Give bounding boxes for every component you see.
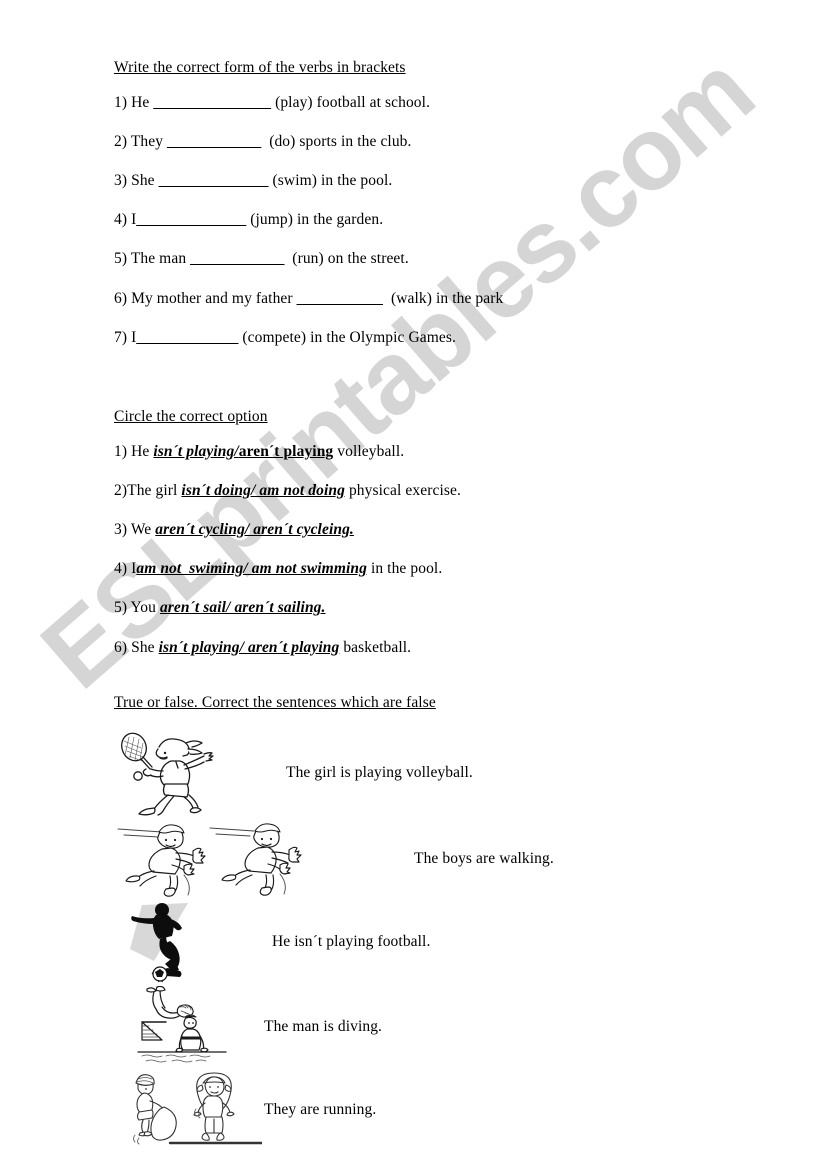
item-number: 2) — [114, 133, 131, 151]
item-number: 1) — [114, 93, 132, 111]
answer-blank[interactable]: ______________ — [136, 211, 246, 228]
answer-blank[interactable]: _______________ — [153, 94, 271, 111]
diver-on-diving-board-at-pool-icon — [137, 986, 227, 1063]
item-pre: You — [130, 599, 160, 617]
true-false-picture-list: The girl is playing volleyball. The boys… — [114, 728, 754, 1150]
picture-cell — [114, 819, 334, 899]
section-1-heading: Write the correct form of the verbs in b… — [114, 59, 406, 76]
true-false-row-2: The boys are walking. — [114, 818, 754, 900]
section-3-heading: True or false. Correct the sentences whi… — [114, 693, 436, 711]
item-subject: He — [131, 93, 154, 111]
item-subject: She — [131, 172, 159, 190]
item-tail: (walk) in the park — [383, 289, 504, 307]
picture-cell — [114, 901, 264, 983]
true-false-row-1: The girl is playing volleyball. — [114, 728, 754, 818]
item-number: 4) — [114, 211, 132, 229]
item-number: 2) — [114, 481, 128, 499]
girl-playing-tennis-icon — [121, 732, 214, 816]
item-tail: (compete) in the Olympic Games. — [238, 328, 456, 346]
exercise-1-item-7: 7) I_____________ (compete) in the Olymp… — [114, 328, 754, 348]
true-false-sentence-3: He isn´t playing football. — [272, 933, 431, 951]
item-subject: The man — [130, 250, 191, 268]
exercise-2-item-3: 3) We aren´t cycling/ aren´t cycleing. — [114, 520, 754, 540]
exercise-2-item-2: 2)The girl isn´t doing/ am not doing phy… — [114, 481, 754, 501]
item-post: volleyball. — [333, 442, 405, 460]
option-choice-b[interactable]: aren´t playing — [239, 443, 334, 460]
item-pre: She — [131, 638, 159, 656]
exercise-1-item-6: 6) My mother and my father ___________ (… — [114, 289, 754, 309]
answer-blank[interactable]: ______________ — [159, 172, 269, 189]
item-subject: My mother and my father — [131, 289, 297, 307]
item-tail: (do) sports in the club. — [261, 133, 412, 151]
item-tail: (play) football at school. — [271, 93, 431, 111]
exercise-2-item-4: 4) Iam not swiming/ am not swimming in t… — [114, 559, 754, 579]
option-choice-a[interactable]: aren´t cycling/ aren´t cycleing. — [155, 521, 354, 538]
item-pre: The girl — [127, 481, 182, 499]
section-2-heading: Circle the correct option — [114, 407, 268, 425]
true-false-row-3: He isn´t playing football. — [114, 900, 754, 985]
option-choice-a[interactable]: isn´t doing/ am not doing — [181, 482, 345, 499]
true-false-row-4: The man is diving. — [114, 985, 754, 1070]
true-false-sentence-4: The man is diving. — [264, 1018, 383, 1036]
exercise-1-item-2: 2) They ____________ (do) sports in the … — [114, 132, 754, 152]
item-tail: (run) on the street. — [284, 250, 409, 268]
item-tail: (swim) in the pool. — [268, 172, 393, 190]
true-false-sentence-5: They are running. — [264, 1100, 377, 1118]
answer-blank[interactable]: _____________ — [136, 329, 238, 346]
true-false-sentence-2: The boys are walking. — [414, 849, 554, 867]
exercise-1-item-5: 5) The man ____________ (run) on the str… — [114, 249, 754, 269]
item-pre: We — [130, 521, 156, 539]
exercise-2-item-6: 6) She isn´t playing/ aren´t playing bas… — [114, 638, 754, 658]
item-number: 6) — [114, 289, 132, 307]
item-number: 1) — [114, 442, 132, 460]
picture-cell — [114, 1071, 264, 1149]
worksheet-content: Write the correct form of the verbs in b… — [114, 58, 754, 1150]
true-false-row-5: They are running. — [114, 1070, 754, 1150]
answer-blank[interactable]: ____________ — [167, 133, 261, 150]
answer-blank[interactable]: ___________ — [297, 290, 383, 307]
picture-cell — [114, 729, 264, 817]
footballer-silhouette-kicking-ball-icon — [130, 903, 188, 983]
item-number: 6) — [114, 638, 132, 656]
item-tail: (jump) in the garden. — [246, 211, 384, 229]
item-number: 3) — [114, 172, 132, 190]
two-children-skipping-rope-icon — [133, 1072, 262, 1145]
item-number: 4) — [114, 560, 132, 578]
item-pre: He — [131, 442, 154, 460]
exercise-2-item-5: 5) You aren´t sail/ aren´t sailing. — [114, 598, 754, 618]
option-choice-a[interactable]: aren´t sail/ aren´t sailing. — [160, 599, 326, 616]
item-number: 5) — [114, 250, 131, 268]
exercise-1-item-4: 4) I______________ (jump) in the garden. — [114, 210, 754, 230]
exercise-2-item-1: 1) He isn´t playing/aren´t playing volle… — [114, 442, 754, 462]
two-boys-running-icon — [117, 822, 302, 897]
option-choice-a[interactable]: isn´t playing/ — [153, 443, 238, 460]
picture-cell — [114, 986, 264, 1068]
option-choice-a[interactable]: am not swiming/ am not swimming — [136, 560, 367, 577]
item-number: 3) — [114, 521, 131, 539]
worksheet-page: Write the correct form of the verbs in b… — [0, 0, 826, 1169]
item-post: in the pool. — [366, 560, 443, 578]
answer-blank[interactable]: ____________ — [190, 250, 284, 267]
exercise-1-item-1: 1) He _______________ (play) football at… — [114, 93, 754, 113]
item-post: basketball. — [339, 638, 412, 656]
item-number: 7) — [114, 328, 132, 346]
true-false-sentence-1: The girl is playing volleyball. — [286, 763, 473, 781]
item-post: physical exercise. — [344, 481, 461, 499]
exercise-1-item-3: 3) She ______________ (swim) in the pool… — [114, 171, 754, 191]
option-choice-a[interactable]: isn´t playing/ aren´t playing — [159, 639, 340, 656]
item-number: 5) — [114, 599, 131, 617]
item-subject: They — [130, 133, 168, 151]
